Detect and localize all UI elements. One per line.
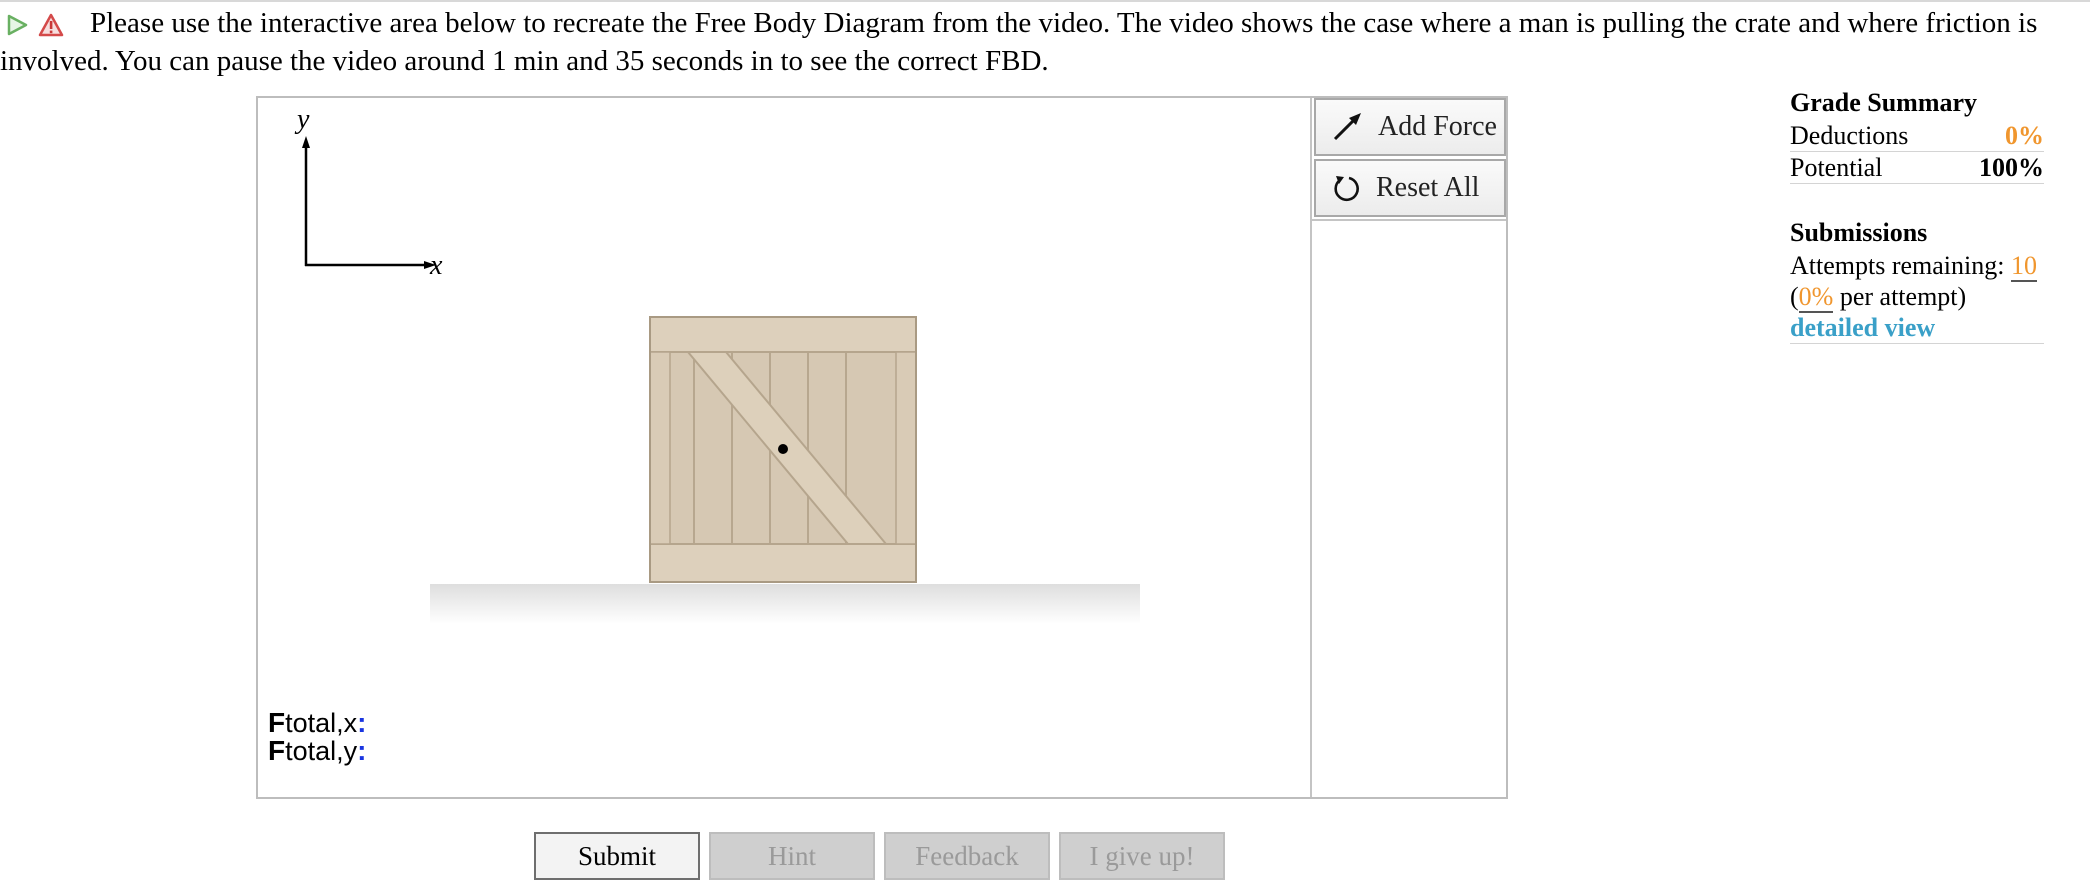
attempts-value: 10 <box>2010 251 2037 282</box>
potential-row: Potential 100% <box>1790 152 2044 184</box>
arrow-icon <box>1333 113 1361 141</box>
add-force-label: Add Force <box>1378 111 1497 142</box>
deductions-row: Deductions 0% <box>1790 120 2044 152</box>
grade-sidebar: Grade Summary Deductions 0% Potential 10… <box>1790 86 2044 344</box>
per-attempt-label: per attempt) <box>1839 282 1967 311</box>
question-text: Please use the interactive area below to… <box>0 7 2038 77</box>
reset-all-label: Reset All <box>1376 172 1480 203</box>
x-axis-label: x <box>429 250 443 281</box>
axes-indicator: y x <box>294 104 443 281</box>
y-axis-label: y <box>294 104 310 135</box>
add-force-button[interactable]: Add Force <box>1314 98 1506 156</box>
deductions-value: 0% <box>2005 121 2044 150</box>
grade-summary-title: Grade Summary <box>1790 88 1978 117</box>
potential-label: Potential <box>1790 153 1883 182</box>
feedback-button[interactable]: Feedback <box>884 832 1050 880</box>
submit-button[interactable]: Submit <box>534 832 700 880</box>
submissions-title: Submissions <box>1790 218 1928 247</box>
reset-icon <box>1334 176 1359 202</box>
potential-value: 100% <box>1979 153 2044 182</box>
per-attempt-value: 0% <box>1798 282 1834 313</box>
per-attempt-row: (0% per attempt) <box>1790 281 2044 313</box>
fbd-canvas[interactable]: y x <box>258 98 1310 797</box>
give-up-button[interactable]: I give up! <box>1059 832 1225 880</box>
reset-all-button[interactable]: Reset All <box>1314 159 1506 217</box>
tool-panel-divider <box>1312 219 1506 221</box>
action-buttons: Submit Hint Feedback I give up! <box>534 832 1225 880</box>
detailed-view-link[interactable]: detailed view <box>1790 313 1935 342</box>
fbd-interactive-area[interactable]: y x Ftotal,x: Ftotal,y: Add Force Reset … <box>256 96 1508 799</box>
attempts-row: Attempts remaining: 10 <box>1790 250 2044 282</box>
tool-panel: Add Force Reset All <box>1310 98 1506 797</box>
attempts-label: Attempts remaining: <box>1790 251 2005 280</box>
hint-button[interactable]: Hint <box>709 832 875 880</box>
top-divider <box>0 0 2090 2</box>
center-of-mass-point[interactable] <box>778 444 788 454</box>
per-attempt-paren: ( <box>1790 282 1799 311</box>
deductions-label: Deductions <box>1790 121 1909 150</box>
f-total-x-display: Ftotal,x: <box>268 707 367 738</box>
detailed-view-row: detailed view <box>1790 312 2044 344</box>
f-total-y-display: Ftotal,y: <box>268 735 367 766</box>
ground-surface <box>430 584 1140 624</box>
